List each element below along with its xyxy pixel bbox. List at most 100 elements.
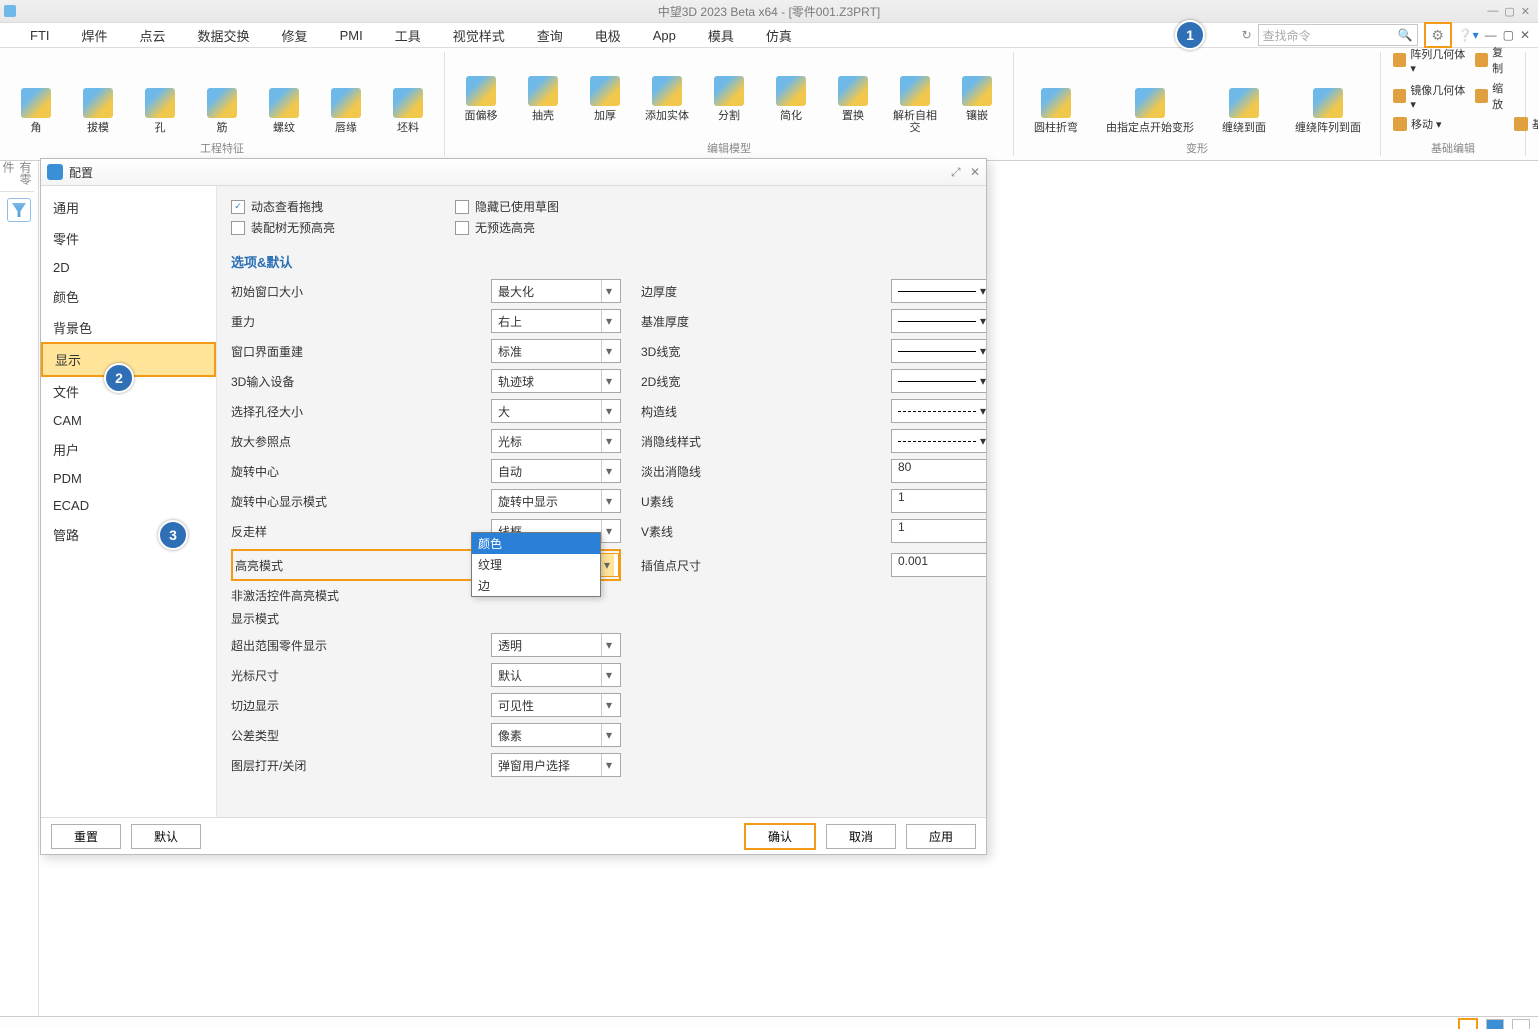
menu-fti[interactable]: FTI — [18, 26, 62, 45]
menu-visual[interactable]: 视觉样式 — [441, 24, 517, 47]
mini-move[interactable]: 移动 ▾ — [1393, 116, 1513, 132]
ribbon-btn-shell[interactable]: 抽壳 — [515, 74, 571, 124]
combo-toltype[interactable]: 像素▾ — [491, 723, 621, 747]
nav-pdm[interactable]: PDM — [41, 465, 216, 492]
mini-pattern[interactable]: 阵列几何体 ▾复制 — [1393, 44, 1513, 76]
statusbar-view3-icon[interactable] — [1512, 1019, 1530, 1029]
chk-noprehl[interactable]: 无预选高亮 — [455, 219, 559, 236]
nav-2d[interactable]: 2D — [41, 254, 216, 281]
nav-general[interactable]: 通用 — [41, 192, 216, 223]
nav-pipe[interactable]: 管路 — [41, 519, 216, 550]
input-vcurve[interactable]: 1 — [891, 519, 986, 543]
input-ucurve[interactable]: 1 — [891, 489, 986, 513]
ribbon-btn-wrapface[interactable]: 缠绕到面 — [1210, 86, 1278, 136]
combo-cursorsize[interactable]: 默认▾ — [491, 663, 621, 687]
left-panel: 有零件 — [0, 161, 39, 1016]
menu-mold[interactable]: 模具 — [696, 24, 746, 47]
ribbon-btn-selfintersect[interactable]: 解析自相交 — [887, 74, 943, 136]
combo-2dw[interactable]: ▾ — [891, 369, 986, 393]
ribbon-btn-draft[interactable]: 拔模 — [70, 86, 126, 136]
window-restore-icon[interactable]: ▢ — [1504, 5, 1514, 18]
ok-button[interactable]: 确认 — [744, 823, 816, 850]
nav-ecad[interactable]: ECAD — [41, 492, 216, 519]
window-minimize-icon[interactable]: — — [1487, 5, 1498, 18]
ribbon-btn-thicken[interactable]: 加厚 — [577, 74, 633, 124]
undock-icon[interactable]: ⤢ — [951, 165, 961, 179]
dd-item-texture[interactable]: 纹理 — [472, 554, 600, 575]
menu-weld[interactable]: 焊件 — [70, 24, 120, 47]
sync-icon[interactable]: ↻ — [1242, 28, 1252, 42]
nav-part[interactable]: 零件 — [41, 223, 216, 254]
statusbar-view1-icon[interactable] — [1458, 1018, 1478, 1029]
combo-constr[interactable]: ▾ — [891, 399, 986, 423]
dd-item-color[interactable]: 颜色 — [472, 533, 600, 554]
combo-rotcenterdisp[interactable]: 旋转中显示▾ — [491, 489, 621, 513]
menu-app[interactable]: App — [641, 26, 688, 45]
menu-query[interactable]: 查询 — [525, 24, 575, 47]
combo-winrebuild[interactable]: 标准▾ — [491, 339, 621, 363]
menu-sim[interactable]: 仿真 — [754, 24, 804, 47]
doc-close-icon[interactable]: ✕ — [1520, 28, 1530, 42]
ribbon-btn-addsolid[interactable]: 添加实体 — [639, 74, 695, 124]
combo-edgethick[interactable]: ▾ — [891, 279, 986, 303]
ribbon-btn-replace[interactable]: 置换 — [825, 74, 881, 124]
callout-1: 1 — [1175, 20, 1205, 50]
combo-outofrange[interactable]: 透明▾ — [491, 633, 621, 657]
combo-picksize[interactable]: 大▾ — [491, 399, 621, 423]
lbl-zoomref: 放大参照点 — [231, 433, 471, 450]
nav-bg[interactable]: 背景色 — [41, 312, 216, 343]
ribbon-btn-stock[interactable]: 坯料 — [380, 86, 436, 136]
dd-item-edge[interactable]: 边 — [472, 575, 600, 596]
nav-user[interactable]: 用户 — [41, 434, 216, 465]
filter-icon[interactable] — [7, 198, 31, 222]
lbl-dispmode: 显示模式 — [231, 610, 471, 627]
input-interp[interactable]: 0.001 — [891, 553, 986, 577]
combo-zoomref[interactable]: 光标▾ — [491, 429, 621, 453]
window-close-icon[interactable]: ✕ — [1521, 5, 1530, 18]
mini-datum[interactable]: 基准面 ▾ — [1514, 116, 1538, 132]
combo-hiddenstyle[interactable]: ▾ — [891, 429, 986, 453]
nav-cam[interactable]: CAM — [41, 407, 216, 434]
apply-button[interactable]: 应用 — [906, 824, 976, 849]
reset-button[interactable]: 重置 — [51, 824, 121, 849]
menu-electrode[interactable]: 电极 — [583, 24, 633, 47]
menu-pointcloud[interactable]: 点云 — [128, 24, 178, 47]
combo-3dw[interactable]: ▾ — [891, 339, 986, 363]
ribbon-btn-pointdeform[interactable]: 由指定点开始变形 — [1096, 86, 1204, 136]
ribbon-btn-simplify[interactable]: 简化 — [763, 74, 819, 124]
ribbon-btn-wraparray[interactable]: 缠绕阵列到面 — [1284, 86, 1372, 136]
close-icon[interactable]: ✕ — [970, 165, 980, 179]
ribbon-btn-angle[interactable]: 角 — [8, 86, 64, 136]
ribbon-btn-thread[interactable]: 螺纹 — [256, 86, 312, 136]
menu-pmi[interactable]: PMI — [328, 26, 375, 45]
ribbon-btn-lip[interactable]: 唇缘 — [318, 86, 374, 136]
ribbon-btn-inlay[interactable]: 镶嵌 — [949, 74, 1005, 124]
menu-repair[interactable]: 修复 — [270, 24, 320, 47]
menu-tools[interactable]: 工具 — [383, 24, 433, 47]
chk-hidesketch[interactable]: 隐藏已使用草图 — [455, 198, 559, 215]
input-fadehidden[interactable]: 80 — [891, 459, 986, 483]
nav-color[interactable]: 颜色 — [41, 281, 216, 312]
combo-rotcenter[interactable]: 自动▾ — [491, 459, 621, 483]
mini-mirror[interactable]: 镜像几何体 ▾缩放 — [1393, 80, 1513, 112]
combo-input3d[interactable]: 轨迹球▾ — [491, 369, 621, 393]
app-menu-icon[interactable] — [4, 5, 16, 17]
default-button[interactable]: 默认 — [131, 824, 201, 849]
ribbon-btn-rib[interactable]: 筋 — [194, 86, 250, 136]
ribbon-btn-hole[interactable]: 孔 — [132, 86, 188, 136]
ribbon-btn-split[interactable]: 分割 — [701, 74, 757, 124]
chk-asm[interactable]: 装配树无预高亮 — [231, 219, 335, 236]
combo-layertoggle[interactable]: 弹窗用户选择▾ — [491, 753, 621, 777]
statusbar-view2-icon[interactable] — [1486, 1019, 1504, 1029]
combo-gravity[interactable]: 右上▾ — [491, 309, 621, 333]
highlight-dropdown[interactable]: 颜色 纹理 边 — [471, 532, 601, 597]
cancel-button[interactable]: 取消 — [826, 824, 896, 849]
title-bar: 中望3D 2023 Beta x64 - [零件001.Z3PRT] — ▢ ✕ — [0, 0, 1538, 23]
combo-tangent[interactable]: 可见性▾ — [491, 693, 621, 717]
menu-exchange[interactable]: 数据交换 — [186, 24, 262, 47]
ribbon-btn-cylbend[interactable]: 圆柱折弯 — [1022, 86, 1090, 136]
chk-dynview[interactable]: ✓动态查看拖拽 — [231, 198, 335, 215]
combo-initwin[interactable]: 最大化▾ — [491, 279, 621, 303]
ribbon-btn-offset[interactable]: 面偏移 — [453, 74, 509, 124]
combo-datumthick[interactable]: ▾ — [891, 309, 986, 333]
